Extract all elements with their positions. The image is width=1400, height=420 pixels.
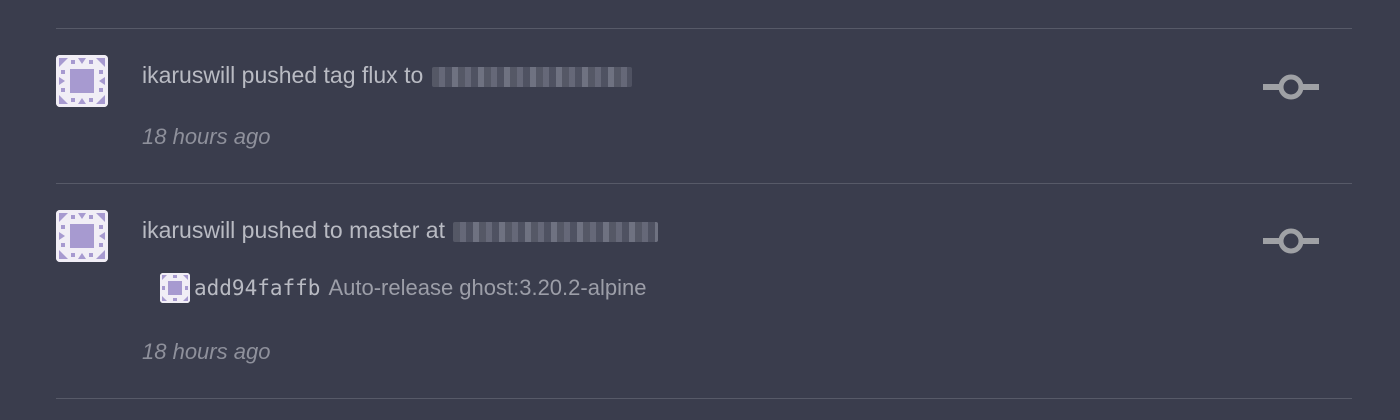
git-commit-icon <box>1263 228 1319 254</box>
identicon-avatar-icon <box>56 55 108 107</box>
activity-feed: ikaruswill pushed tag flux to 18 hours a… <box>0 0 1400 420</box>
event-timestamp: 18 hours ago <box>142 339 271 364</box>
event-description: ikaruswill pushed to master at <box>142 215 659 245</box>
commit-author-avatar[interactable] <box>160 273 190 303</box>
redacted-repo-link[interactable] <box>453 221 659 242</box>
identicon-avatar-icon <box>56 210 108 262</box>
event-text: ikaruswill pushed to master at <box>142 217 445 243</box>
commit-row: add94faffb Auto-release ghost:3.20.2-alp… <box>160 272 646 304</box>
redacted-repo-link[interactable] <box>431 66 632 87</box>
event-text: ikaruswill pushed tag flux to <box>142 62 424 88</box>
commit-sha-link[interactable]: add94faffb <box>194 276 320 300</box>
identicon-avatar-icon <box>160 273 190 303</box>
divider <box>56 28 1352 29</box>
commit-message: Auto-release ghost:3.20.2-alpine <box>328 275 647 300</box>
user-avatar[interactable] <box>56 210 108 262</box>
user-avatar[interactable] <box>56 55 108 107</box>
git-commit-icon <box>1263 74 1319 100</box>
divider <box>56 398 1352 399</box>
event-description: ikaruswill pushed tag flux to <box>142 60 632 90</box>
divider <box>56 183 1352 184</box>
event-timestamp: 18 hours ago <box>142 124 271 149</box>
